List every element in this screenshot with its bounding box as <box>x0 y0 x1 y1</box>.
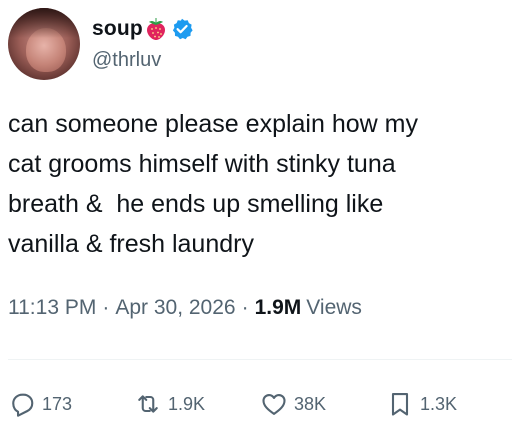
tweet-time[interactable]: 11:13 PM <box>8 296 96 320</box>
repost-button[interactable]: 1.9K <box>134 390 205 418</box>
reply-icon <box>8 390 36 418</box>
views-count: 1.9M <box>254 296 302 319</box>
bookmark-count: 1.3K <box>420 393 458 414</box>
repost-count: 1.9K <box>168 393 206 414</box>
divider <box>8 359 512 360</box>
tweet-card: soup @thrluv can someone please explain … <box>0 0 512 426</box>
bookmark-button[interactable]: 1.3K <box>386 390 457 418</box>
reply-count: 173 <box>42 393 73 414</box>
heart-icon <box>260 390 288 418</box>
like-count: 38K <box>294 393 327 414</box>
display-name[interactable]: soup <box>92 17 143 41</box>
tweet-header: soup @thrluv <box>8 8 193 80</box>
tweet-meta: 11:13 PM · Apr 30, 2026 · 1.9M Views <box>8 296 362 320</box>
name-row: soup <box>92 17 193 41</box>
avatar[interactable] <box>8 8 80 80</box>
strawberry-icon <box>145 17 167 41</box>
like-button[interactable]: 38K <box>260 390 326 418</box>
meta-separator: · <box>102 296 110 319</box>
tweet-text: can someone please explain how my cat gr… <box>8 110 418 258</box>
action-bar: 173 1.9K 38K 1.3K <box>8 384 512 424</box>
verified-icon[interactable] <box>171 18 193 40</box>
tweet-date[interactable]: Apr 30, 2026 <box>115 296 235 320</box>
handle[interactable]: @thrluv <box>92 49 193 72</box>
author-names: soup @thrluv <box>92 8 193 80</box>
repost-icon <box>134 390 162 418</box>
views-label: Views <box>306 296 362 319</box>
reply-button[interactable]: 173 <box>8 390 72 418</box>
bookmark-icon <box>386 390 414 418</box>
meta-separator: · <box>241 296 249 319</box>
